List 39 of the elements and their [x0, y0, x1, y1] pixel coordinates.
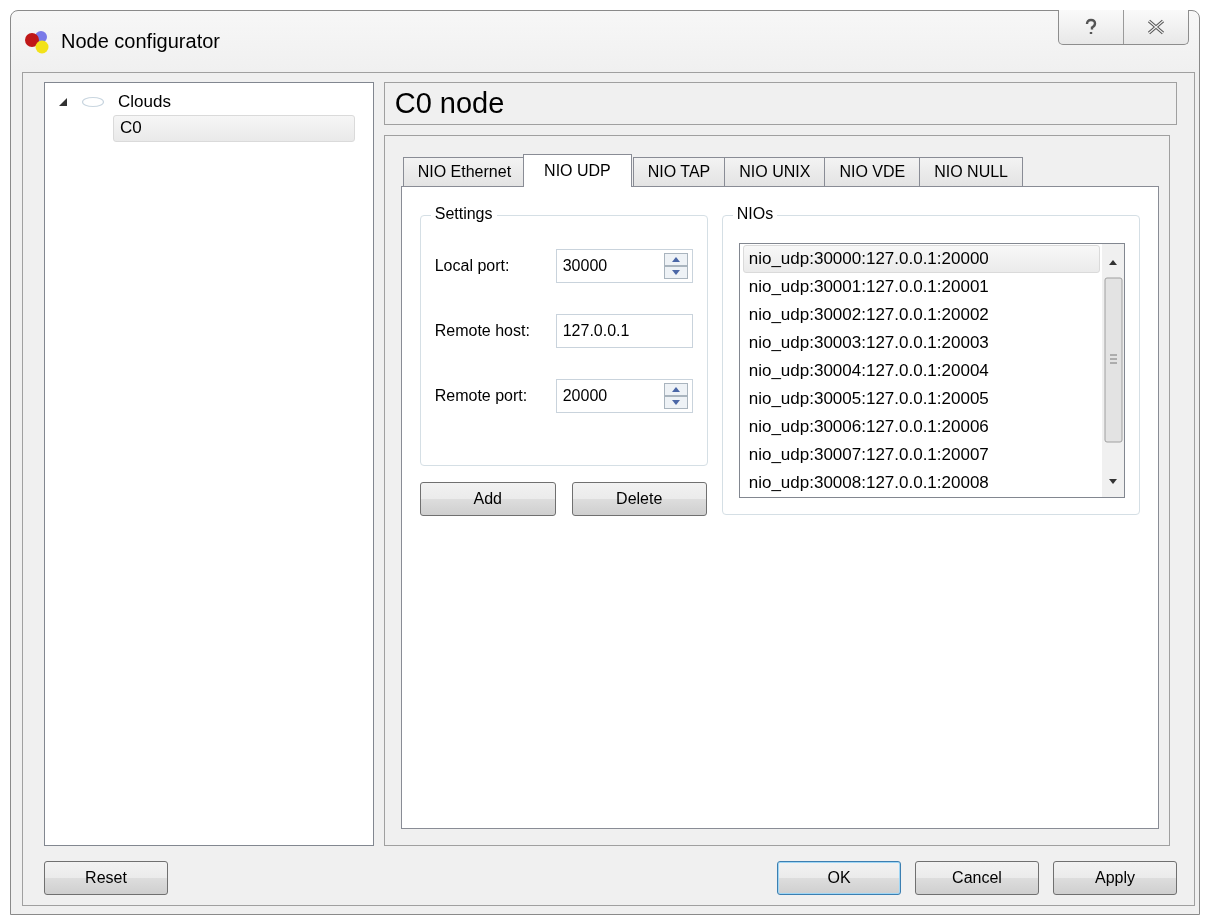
spin-box[interactable]: 30000 — [555, 249, 693, 283]
list-item[interactable]: nio_udp:30001:127.0.0.1:20001 — [742, 273, 1100, 301]
help-icon — [1084, 18, 1098, 36]
dialog-button[interactable]: Cancel — [915, 861, 1039, 895]
list-item[interactable]: nio_udp:30003:127.0.0.1:20003 — [742, 329, 1100, 357]
list-item[interactable]: nio_udp:30007:127.0.0.1:20007 — [742, 441, 1100, 469]
action-button[interactable]: Add — [419, 482, 556, 516]
field-label: Remote host: — [434, 322, 531, 340]
list-item[interactable]: nio_udp:30006:127.0.0.1:20006 — [742, 413, 1100, 441]
input-field[interactable]: 127.0.0.1 — [555, 314, 693, 348]
tab[interactable]: NIO NULL — [919, 157, 1023, 186]
list-item[interactable]: nio_udp:30005:127.0.0.1:20005 — [742, 385, 1100, 413]
window-title: Node configurator — [61, 30, 220, 53]
spin-box[interactable]: 20000 — [555, 379, 693, 413]
list-item[interactable]: nio_udp:30004:127.0.0.1:20004 — [742, 357, 1100, 385]
action-button[interactable]: Delete — [571, 482, 707, 516]
reset-button[interactable]: Reset — [44, 861, 168, 895]
tree-item[interactable]: Clouds — [111, 88, 178, 116]
tab[interactable]: NIO UDP — [523, 154, 632, 187]
spin-arrows-icon[interactable] — [663, 383, 688, 409]
close-icon — [1146, 19, 1166, 35]
list-item[interactable]: nio_udp:30008:127.0.0.1:20008 — [742, 469, 1100, 497]
list-item[interactable]: nio_udp:30000:127.0.0.1:20000 — [742, 245, 1100, 273]
tree-item[interactable]: C0 — [113, 114, 355, 142]
tab[interactable]: NIO VDE — [824, 157, 921, 186]
collapse-arrow-icon[interactable] — [59, 98, 67, 106]
spin-arrows-icon[interactable] — [663, 253, 688, 279]
field-label: Remote port: — [434, 387, 529, 405]
tab[interactable]: NIO UNIX — [724, 157, 826, 186]
dialog-button[interactable]: Apply — [1053, 861, 1177, 895]
scrollbar[interactable] — [1101, 244, 1124, 497]
dialog-button[interactable]: OK — [777, 861, 901, 895]
tab[interactable]: NIO TAP — [632, 157, 726, 186]
list-item[interactable]: nio_udp:30002:127.0.0.1:20002 — [742, 301, 1100, 329]
node-title: C0 node — [394, 87, 505, 120]
field-label: Local port: — [434, 257, 511, 275]
group-title: Settings — [430, 205, 497, 223]
nio-list[interactable] — [738, 243, 1125, 498]
cloud-icon — [81, 96, 105, 108]
